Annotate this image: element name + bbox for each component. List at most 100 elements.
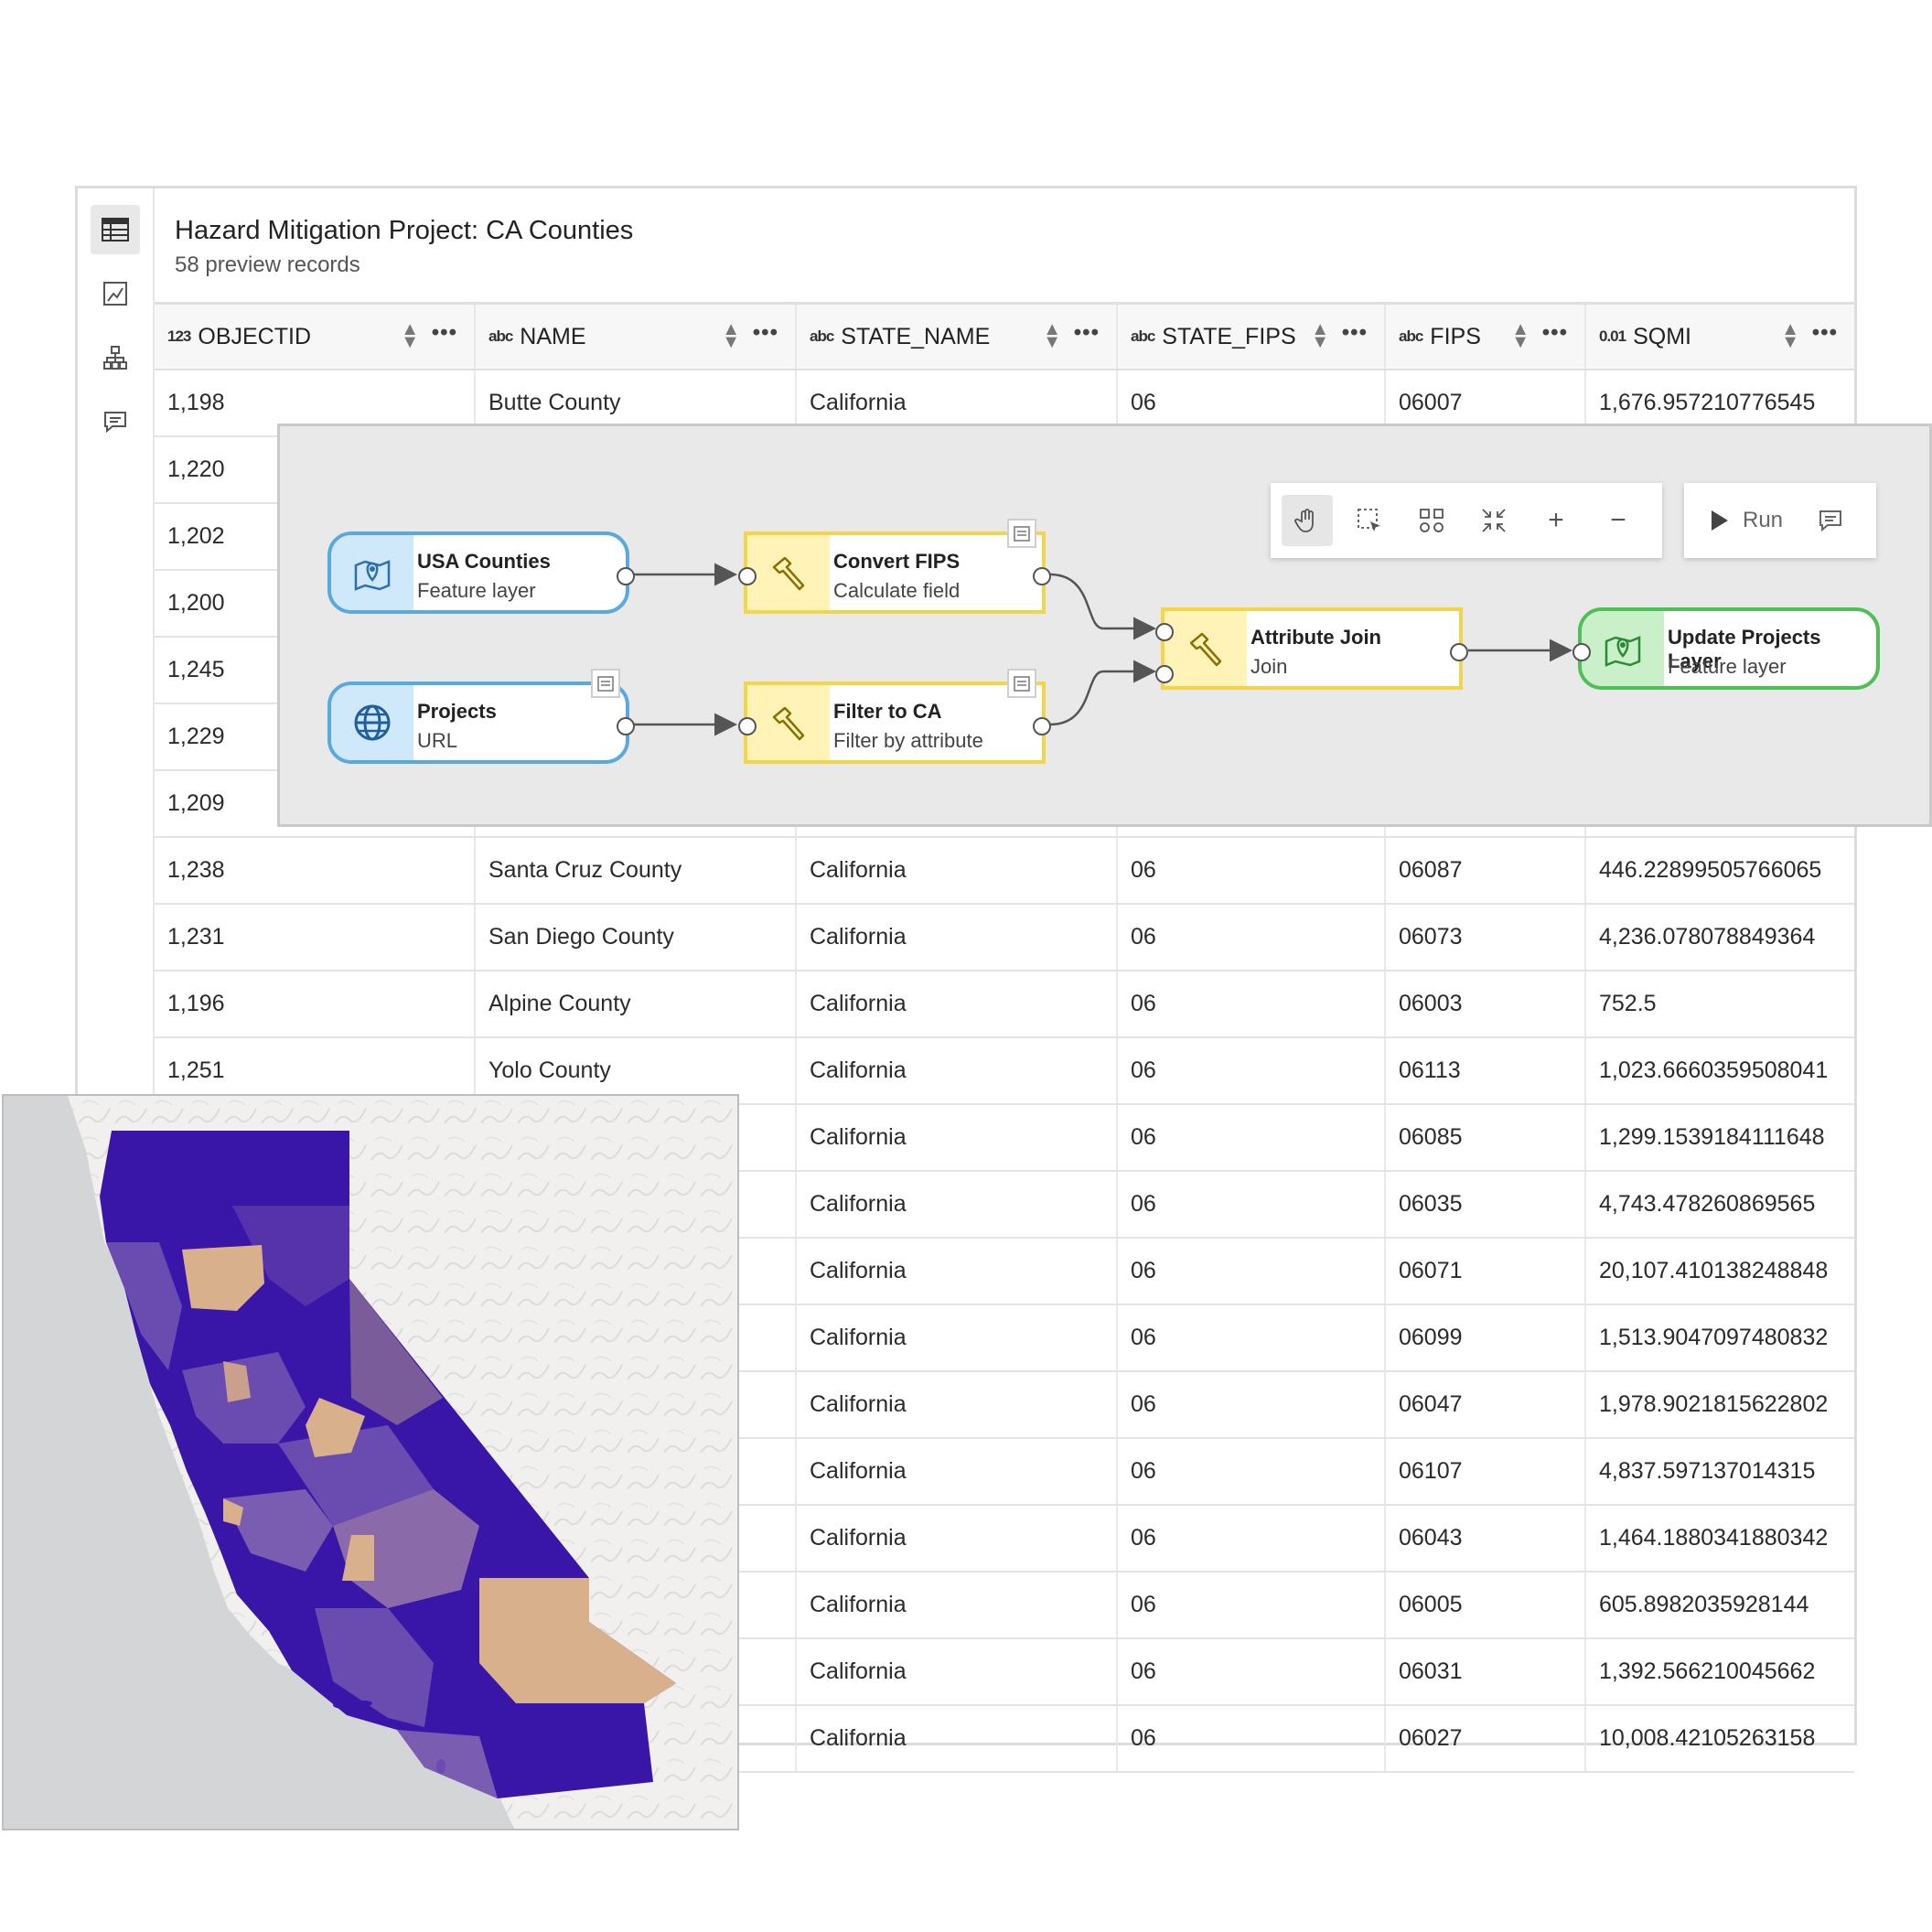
canvas-toolbar: + −: [1271, 483, 1662, 558]
table-row[interactable]: 1,196 Alpine County California 06 06003 752.5: [155, 971, 1854, 1038]
select-tool[interactable]: [1344, 495, 1395, 546]
sidebar-item-chart[interactable]: [91, 269, 140, 318]
node-title: Convert FIPS: [833, 550, 961, 573]
number-type-icon: 123: [167, 327, 191, 345]
table-cell: 1,392.566210045662: [1599, 1658, 1816, 1684]
table-header: Hazard Mitigation Project: CA Counties 5…: [155, 188, 1854, 305]
table-cell: California: [797, 1439, 1118, 1504]
node-projects[interactable]: Projects URL: [327, 669, 635, 764]
output-port[interactable]: [617, 717, 635, 735]
table-cell: 06: [1118, 1239, 1386, 1304]
table-cell: Santa Cruz County: [476, 838, 797, 903]
run-bar: Run: [1684, 483, 1876, 558]
table-row[interactable]: 1,231 San Diego County California 06 06073 4,…: [155, 905, 1854, 971]
sort-icon[interactable]: ▲ ▼: [722, 320, 740, 351]
column-header[interactable]: 123 OBJECTID ▲ ▼ •••: [155, 305, 476, 369]
table-cell: 06027: [1386, 1706, 1586, 1771]
node-subtitle: Join: [1250, 655, 1288, 678]
node-attribute-join[interactable]: Attribute Join Join: [1155, 607, 1468, 690]
input-port[interactable]: [738, 567, 757, 585]
node-title: Filter to CA: [833, 700, 942, 723]
model-builder-canvas[interactable]: USA Counties Feature layer Projects URL: [277, 424, 1932, 827]
column-header[interactable]: abc NAME ▲ ▼ •••: [476, 305, 797, 369]
output-port[interactable]: [617, 567, 635, 585]
column-options-button[interactable]: •••: [753, 320, 778, 346]
sort-icon[interactable]: ▲ ▼: [1781, 320, 1799, 351]
note-icon[interactable]: [1007, 669, 1036, 698]
node-convert-fips[interactable]: Convert FIPS Calculate field: [738, 519, 1051, 614]
input-port[interactable]: [738, 717, 757, 735]
table-cell: 1,196: [155, 971, 476, 1036]
sort-icon[interactable]: ▲ ▼: [1511, 320, 1530, 351]
column-options-button[interactable]: •••: [1342, 320, 1368, 346]
island: [333, 1701, 355, 1709]
output-port[interactable]: [1450, 643, 1468, 661]
sidebar-item-table[interactable]: [91, 205, 140, 254]
table-cell: 1,978.9021815622802: [1599, 1391, 1829, 1417]
column-header[interactable]: 0.01 SQMI ▲ ▼ •••: [1586, 305, 1854, 369]
sort-icon[interactable]: ▲ ▼: [401, 320, 419, 351]
column-header[interactable]: abc STATE_NAME ▲ ▼ •••: [797, 305, 1118, 369]
column-label: STATE_FIPS: [1162, 323, 1296, 349]
map-view[interactable]: [2, 1094, 739, 1830]
note-icon[interactable]: [591, 669, 620, 698]
table-cell: 06: [1118, 971, 1386, 1036]
node-filter-to-ca[interactable]: Filter to CA Filter by attribute: [738, 669, 1051, 764]
sidebar-item-model[interactable]: [91, 333, 140, 382]
node-title: Attribute Join: [1250, 626, 1381, 649]
auto-layout-tool[interactable]: [1406, 495, 1457, 546]
sort-icon[interactable]: ▲ ▼: [1311, 320, 1329, 351]
hammer-icon: [1189, 632, 1222, 667]
table-cell: California: [797, 1506, 1118, 1571]
pan-tool[interactable]: [1282, 495, 1333, 546]
table-cell: California: [797, 1639, 1118, 1704]
table-cell: 06: [1118, 1706, 1386, 1771]
zoom-out-icon[interactable]: −: [1593, 495, 1644, 546]
node-update-projects-layer[interactable]: Update Projects Layer Feature layer: [1572, 607, 1880, 690]
input-port[interactable]: [1155, 623, 1174, 641]
text-type-icon: abc: [1131, 327, 1155, 345]
column-options-button[interactable]: •••: [1542, 320, 1568, 346]
column-options-button[interactable]: •••: [432, 320, 457, 346]
table-cell: 06099: [1386, 1305, 1586, 1370]
table-row[interactable]: 1,238 Santa Cruz County California 06 06087 4…: [155, 838, 1854, 905]
table-cell: Alpine County: [476, 971, 797, 1036]
table-cell: 06005: [1386, 1572, 1586, 1637]
fit-tool[interactable]: [1468, 495, 1519, 546]
note-icon[interactable]: [1007, 519, 1036, 548]
column-options-button[interactable]: •••: [1074, 320, 1100, 346]
table-cell: 06: [1118, 1105, 1386, 1170]
island: [436, 1759, 445, 1774]
play-icon: [1712, 510, 1728, 531]
column-header[interactable]: abc STATE_FIPS ▲ ▼ •••: [1118, 305, 1386, 369]
input-port[interactable]: [1155, 665, 1174, 683]
sort-icon[interactable]: ▲ ▼: [1043, 320, 1061, 351]
table-cell: 4,236.078078849364: [1599, 924, 1816, 950]
run-label: Run: [1743, 508, 1784, 532]
output-port[interactable]: [1033, 567, 1051, 585]
zoom-in-icon[interactable]: +: [1530, 495, 1582, 546]
table-cell: California: [797, 1572, 1118, 1637]
column-label: FIPS: [1430, 323, 1481, 349]
connector: [1049, 660, 1156, 726]
table-cell: California: [797, 1706, 1118, 1771]
table-cell: San Diego County: [476, 905, 797, 970]
text-type-icon: abc: [488, 327, 513, 345]
table-cell: 06: [1118, 1439, 1386, 1504]
pan-icon: [1294, 509, 1314, 532]
table-cell: 4,837.597137014315: [1599, 1458, 1816, 1484]
node-usa-counties[interactable]: USA Counties Feature layer: [327, 531, 635, 614]
sidebar-item-comments[interactable]: [91, 397, 140, 446]
run-button[interactable]: Run: [1712, 508, 1783, 533]
chart-icon: [103, 282, 127, 306]
column-header[interactable]: abc FIPS ▲ ▼ •••: [1386, 305, 1586, 369]
input-port[interactable]: [1572, 643, 1591, 661]
output-port[interactable]: [1033, 717, 1051, 735]
node-subtitle: Feature layer: [1668, 655, 1787, 678]
column-label: SQMI: [1633, 323, 1691, 349]
comment-button[interactable]: [1818, 509, 1843, 532]
node-subtitle: Calculate field: [833, 579, 961, 602]
page-title: Hazard Mitigation Project: CA Counties: [175, 216, 634, 245]
table-cell: 06035: [1386, 1172, 1586, 1237]
column-options-button[interactable]: •••: [1812, 320, 1838, 346]
